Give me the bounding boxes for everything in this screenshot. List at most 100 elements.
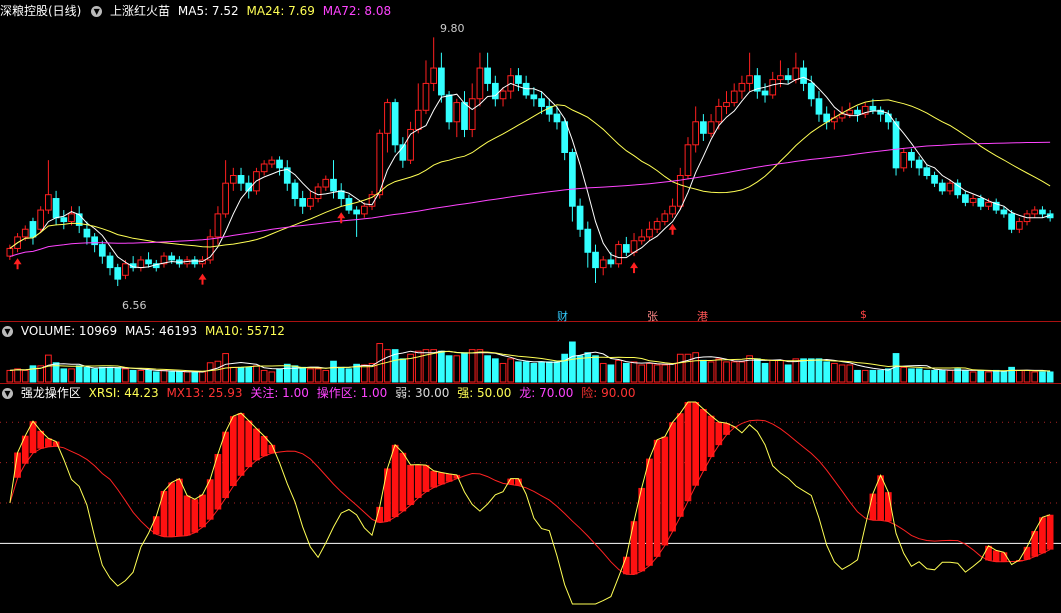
candle-body [422, 82, 430, 111]
volume-bar [253, 365, 260, 383]
volume-bar [445, 355, 453, 383]
xrsi-chart[interactable] [0, 384, 1061, 613]
candle-body [769, 79, 777, 96]
candle-body [414, 109, 422, 130]
volume-bar [75, 365, 83, 383]
volume-bar [484, 355, 491, 383]
candle-body [499, 90, 507, 100]
volume-bar [60, 368, 68, 383]
candle-body [237, 175, 245, 184]
candle-body [98, 244, 106, 257]
volume-bar [491, 358, 499, 383]
volume-bar [330, 360, 337, 383]
volume-bar [576, 355, 584, 383]
volume-bar [630, 361, 638, 383]
candle-body [807, 82, 815, 100]
volume-bar [6, 369, 14, 383]
candle-body [360, 205, 368, 215]
volume-bar [615, 359, 622, 383]
volume-chart[interactable] [0, 322, 1061, 384]
volume-bar [653, 364, 661, 383]
xrsi-bar [176, 478, 183, 537]
candle-body [391, 102, 399, 146]
price-chart[interactable] [0, 0, 1061, 322]
volume-bar [283, 363, 291, 383]
candle-body [892, 121, 900, 169]
candle-body [962, 194, 969, 203]
xrsi-bar [391, 444, 399, 518]
candle-body [461, 102, 468, 130]
volume-bar [476, 349, 484, 383]
candle-body [576, 205, 584, 230]
volume-bar [307, 368, 314, 383]
volume-bar [638, 364, 646, 383]
candle-body [700, 121, 707, 134]
volume-bar [676, 353, 684, 383]
xrsi-bar [646, 458, 653, 566]
candle-body [291, 182, 299, 200]
volume-bar [114, 367, 122, 383]
volume-bar [992, 369, 1000, 383]
buy-arrow-icon [198, 273, 207, 285]
candle-body [222, 182, 229, 215]
volume-bar [1015, 369, 1023, 383]
candle-body [353, 209, 360, 215]
candle-body [45, 194, 52, 211]
volume-bar [438, 350, 445, 383]
volume-bar [646, 362, 653, 383]
candle-body [692, 121, 700, 146]
volume-bar [268, 371, 276, 383]
volume-bar [414, 350, 422, 383]
candle-body [715, 105, 723, 123]
volume-bar [661, 364, 669, 383]
candle-body [946, 182, 954, 192]
candle-body [707, 121, 715, 134]
volume-bar [592, 355, 599, 383]
candle-body [453, 102, 461, 123]
candle-body [592, 251, 599, 269]
volume-bar [168, 371, 176, 383]
volume-bar [1031, 371, 1039, 383]
volume-bar [730, 361, 738, 383]
candle-body [168, 255, 176, 261]
volume-bar [229, 366, 237, 383]
volume-bar [199, 371, 206, 383]
volume-bar [985, 371, 992, 383]
candle-body [21, 228, 29, 238]
candle-body [538, 98, 545, 107]
volume-bar [938, 369, 946, 383]
candle-body [646, 228, 653, 238]
candle-body [6, 247, 14, 257]
volume-bar [931, 369, 938, 383]
volume-bar [538, 361, 545, 383]
candle-body [445, 94, 453, 123]
volume-bar [314, 368, 322, 383]
candle-body [491, 82, 499, 100]
volume-bar [815, 358, 823, 383]
candle-body [260, 163, 268, 173]
candle-body [515, 75, 522, 84]
candle-body [438, 67, 445, 96]
volume-bar [360, 364, 368, 383]
volume-bar [877, 369, 884, 383]
candle-body [908, 151, 915, 161]
candle-body [777, 75, 784, 81]
volume-bar [723, 361, 730, 383]
volume-bar [823, 361, 831, 383]
candle-body [484, 67, 491, 84]
buy-arrow-icon [13, 258, 22, 270]
volume-bar [1046, 371, 1054, 383]
xrsi-bar [206, 479, 214, 520]
volume-bar [684, 353, 692, 383]
volume-bar [260, 369, 268, 383]
candle-body [553, 113, 561, 123]
volume-bar [152, 371, 160, 383]
volume-bar [183, 371, 191, 383]
buy-arrow-icon [630, 262, 639, 274]
candle-body [784, 75, 792, 81]
candle-body [584, 228, 592, 253]
candle-body [60, 217, 68, 223]
xrsi-bar [638, 487, 646, 572]
candle-body [761, 90, 769, 96]
candle-body [622, 244, 630, 253]
